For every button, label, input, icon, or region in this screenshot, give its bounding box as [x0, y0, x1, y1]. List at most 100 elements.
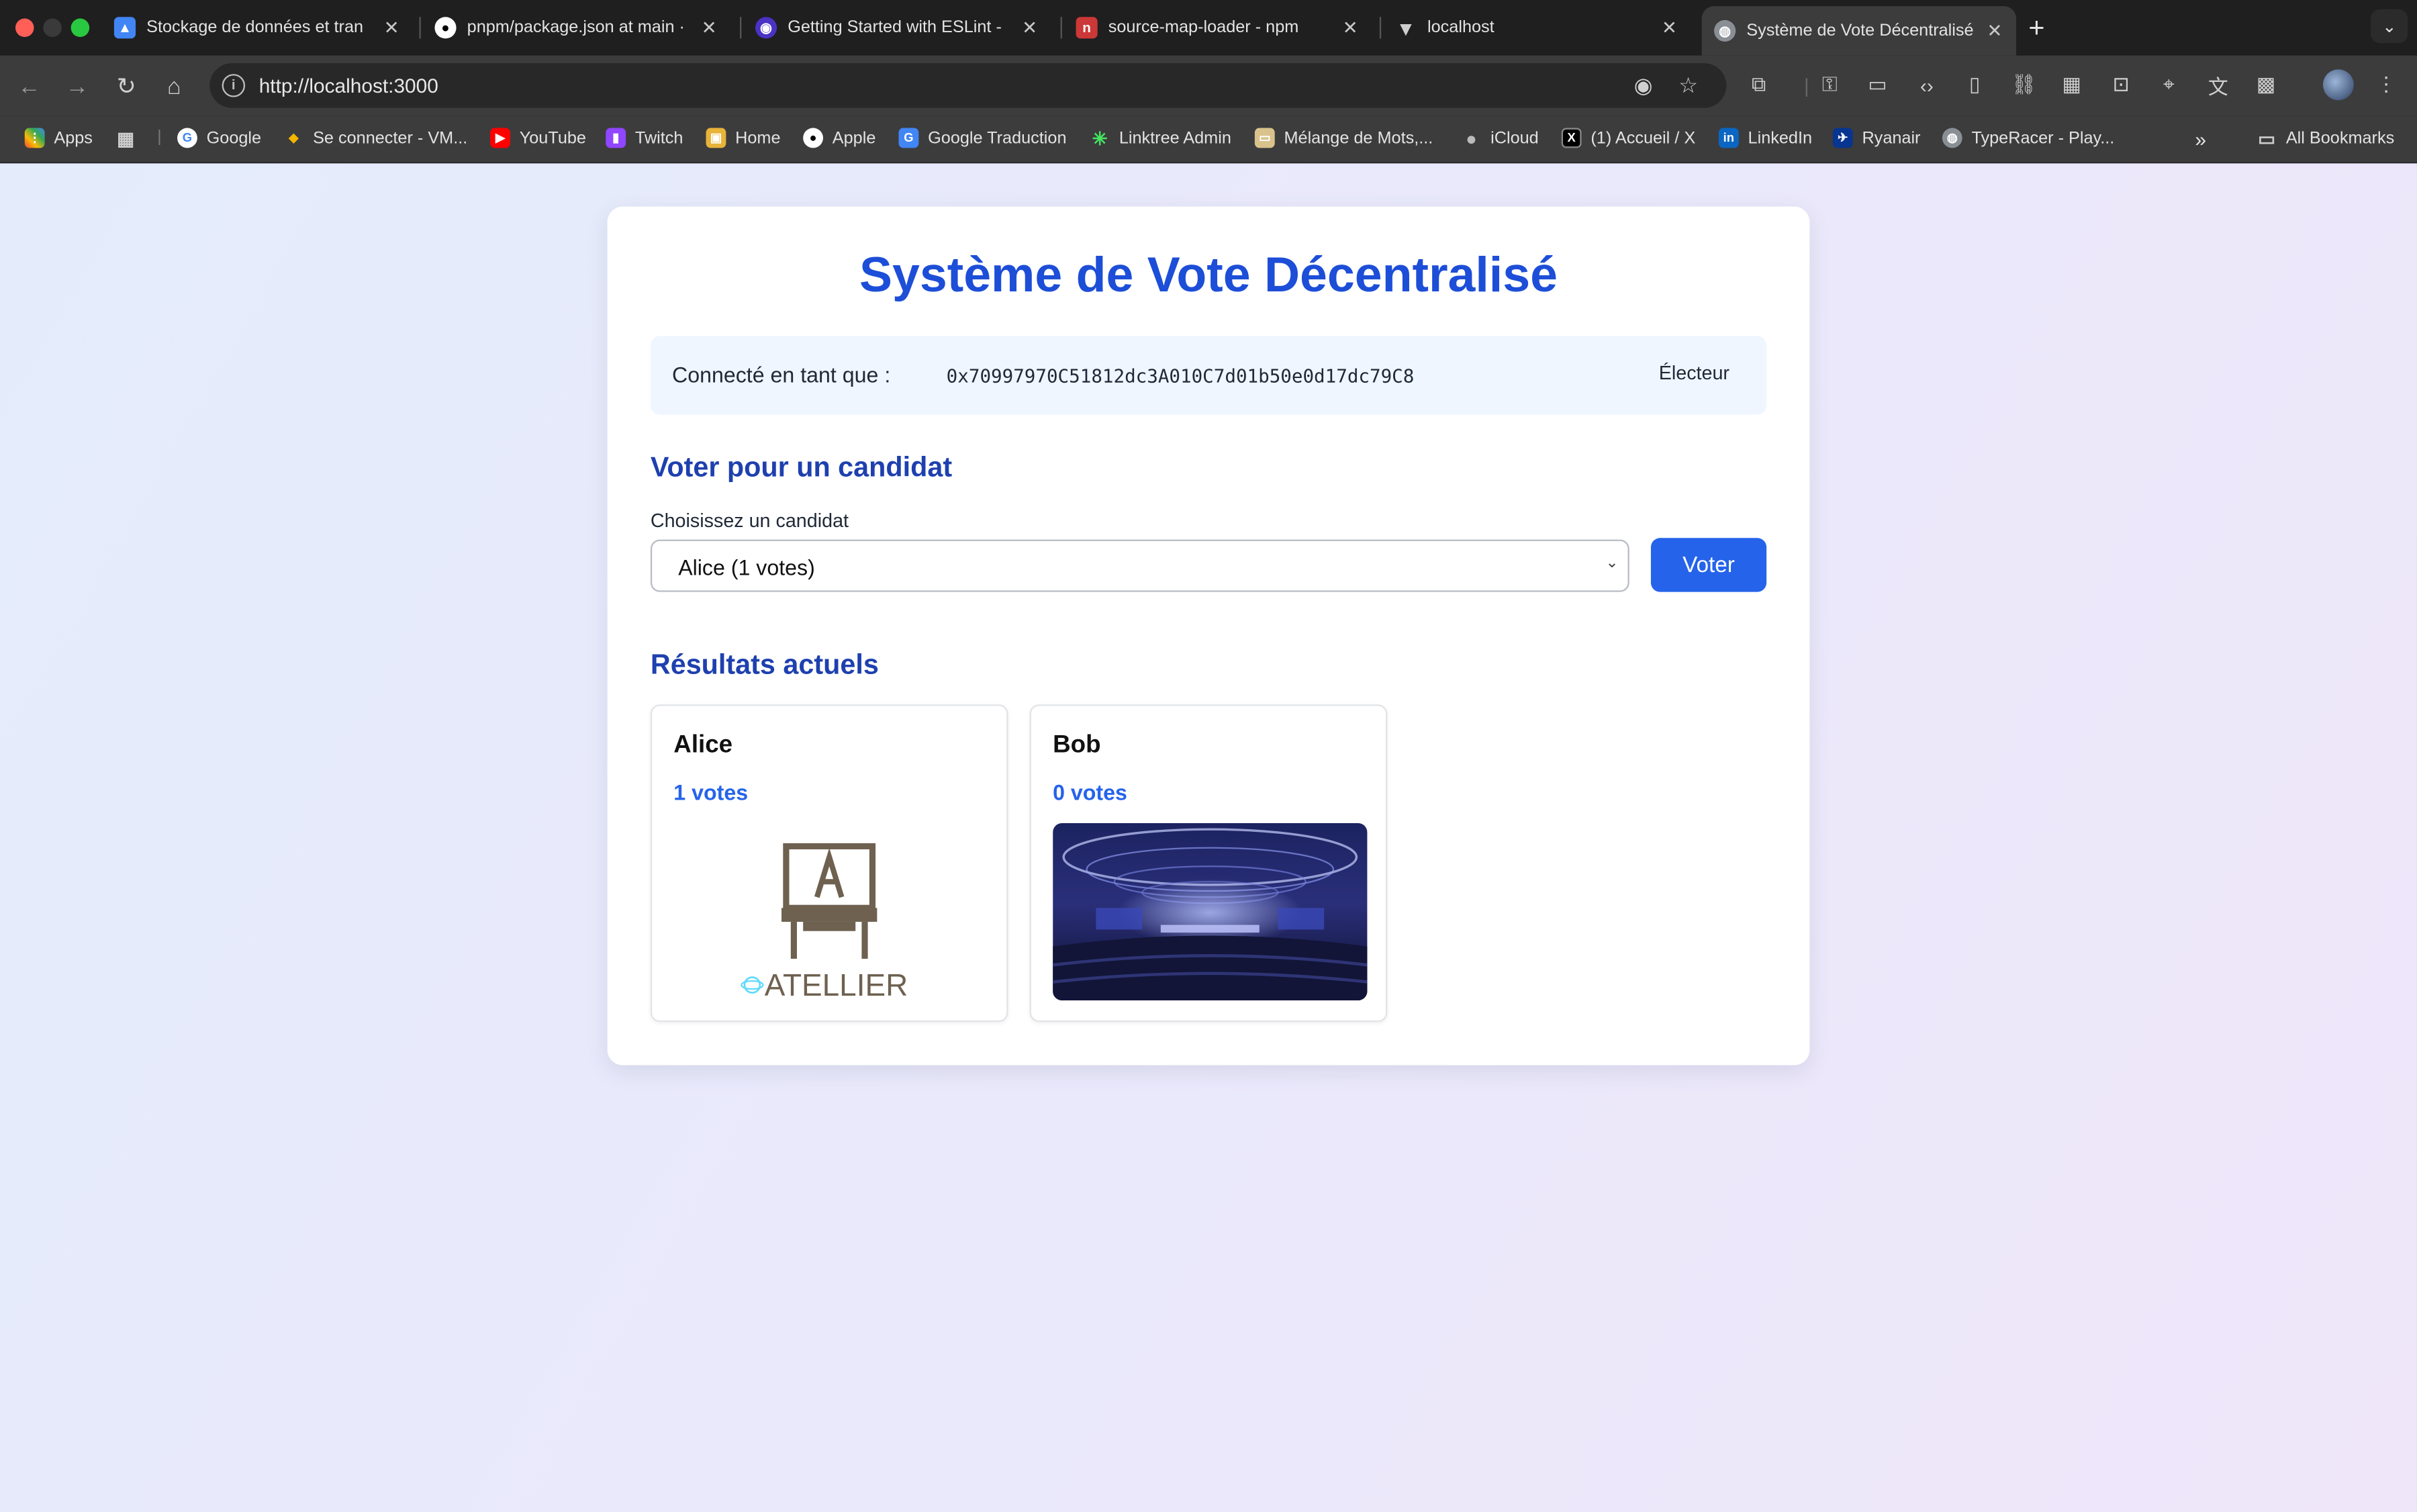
browser-tab-active[interactable]: ◍ Système de Vote Décentralisé ✕ — [1701, 6, 2017, 56]
conference-stage-photo — [1053, 823, 1368, 1001]
linktree-icon: ✳ — [1092, 127, 1108, 149]
candidate-votes: 0 votes — [1053, 779, 1127, 805]
vote-button[interactable]: Voter — [1650, 538, 1767, 592]
tab-groups-icon: ▦ — [117, 127, 135, 149]
table-icon[interactable]: ▦ — [2058, 71, 2085, 99]
close-tab-icon[interactable]: ✕ — [1017, 17, 1042, 38]
all-bookmarks-button[interactable]: ▭ All Bookmarks — [2257, 127, 2394, 148]
bookmark-ryanair[interactable]: ✈ Ryanair — [1832, 128, 1920, 148]
browser-tab[interactable]: ▲ Stockage de données et tran ✕ — [102, 6, 414, 49]
candidate-card-bob: Bob 0 votes — [1029, 704, 1388, 1023]
atellier-logo: ATELLIER — [673, 823, 988, 1001]
candidate-select-label: Choisissez un candidat — [650, 510, 849, 532]
devices-icon[interactable]: ▯ — [1960, 71, 1988, 99]
tab-strip: ▲ Stockage de données et tran ✕ ● pnpm/p… — [0, 0, 2417, 56]
close-tab-icon[interactable]: ✕ — [1983, 20, 2007, 42]
extensions-icon[interactable]: ⧉ — [1745, 71, 1772, 99]
bookmarks-bar: ⋮ Apps ▦ | G Google ◆ Se connecter - VM.… — [0, 115, 2417, 164]
candidate-card-alice: Alice 1 votes ATELLIER — [650, 704, 1008, 1023]
tab-search-button[interactable]: ⌄ — [2371, 9, 2408, 44]
bookmark-linktree[interactable]: ✳ Linktree Admin — [1090, 127, 1231, 149]
apps-grid-icon: ⋮ — [24, 128, 45, 148]
bookmark-icloud[interactable]: ● iCloud — [1462, 127, 1539, 149]
bookmark-divider: | — [157, 128, 162, 147]
candidate-select[interactable]: Alice (1 votes) ⌄ — [650, 539, 1629, 592]
bookmark-x[interactable]: X (1) Accueil / X — [1561, 128, 1695, 148]
browser-toolbar: ← → ↻ ⌂ i http://localhost:3000 ◉ ☆ ⧉ | … — [0, 55, 2417, 116]
url-text[interactable]: http://localhost:3000 — [259, 74, 438, 97]
browser-tab[interactable]: ◉ Getting Started with ESLint - ✕ — [743, 6, 1051, 49]
menu-kebab-icon[interactable]: ⋮ — [2372, 71, 2400, 99]
qr-code-icon[interactable]: ▩ — [2252, 71, 2279, 99]
bookmark-google[interactable]: G Google — [177, 128, 261, 148]
screenshot-icon[interactable]: ⊡ — [2107, 71, 2134, 99]
atellier-easel-icon: ATELLIER — [673, 823, 988, 1001]
page-title: Système de Vote Décentralisé — [859, 246, 1558, 302]
google-classroom-icon: ▲ — [113, 17, 136, 39]
close-tab-icon[interactable]: ✕ — [1338, 17, 1363, 38]
reload-icon[interactable]: ↻ — [109, 69, 144, 103]
close-tab-icon[interactable]: ✕ — [379, 17, 404, 38]
account-address: 0x70997970C51812dc3A010C7d01b50e0d17dc79… — [946, 365, 1415, 387]
home-icon[interactable]: ⌂ — [157, 69, 191, 103]
ryanair-icon: ✈ — [1832, 128, 1853, 148]
more-bookmarks-chevron-icon[interactable]: » — [2195, 128, 2206, 151]
link-icon[interactable]: ⛓ — [2010, 71, 2038, 99]
bookmark-apps[interactable]: ⋮ Apps — [24, 128, 93, 148]
account-label: Connecté en tant que : — [672, 362, 891, 387]
chevron-down-icon: ⌄ — [1605, 555, 1619, 572]
back-arrow-icon[interactable]: ← — [12, 69, 46, 103]
word-game-icon: ▭ — [1254, 128, 1275, 148]
apple-icon: ● — [1466, 127, 1477, 149]
globe-icon: ◍ — [1714, 19, 1736, 42]
site-info-icon[interactable]: i — [222, 74, 246, 97]
new-tab-button[interactable]: + — [2028, 12, 2044, 44]
linkedin-icon: in — [1718, 128, 1739, 148]
bookmark-linkedin[interactable]: in LinkedIn — [1718, 128, 1812, 148]
x-icon: X — [1561, 128, 1582, 148]
eye-icon[interactable]: ◉ — [1634, 73, 1653, 99]
close-tab-icon[interactable]: ✕ — [1657, 17, 1682, 38]
bookmark-melange-de-mots[interactable]: ▭ Mélange de Mots,... — [1254, 128, 1433, 148]
bookmark-tab-groups[interactable]: ▦ — [115, 127, 145, 149]
bookmark-star-icon[interactable]: ☆ — [1678, 73, 1698, 99]
vote-section-heading: Voter pour un candidat — [650, 451, 953, 483]
github-icon: ● — [434, 17, 457, 39]
payment-card-icon[interactable]: ▭ — [1864, 71, 1891, 99]
translate-icon[interactable]: 文 — [2204, 71, 2232, 99]
account-panel: Connecté en tant que : 0x70997970C51812d… — [650, 336, 1767, 415]
vmware-icon: ◆ — [289, 131, 299, 145]
profile-avatar[interactable] — [2322, 69, 2354, 101]
bookmark-twitch[interactable]: ▮ Twitch — [606, 128, 683, 148]
maximize-window-button[interactable] — [70, 18, 90, 38]
close-window-button[interactable] — [15, 18, 34, 38]
candidate-name: Bob — [1053, 732, 1101, 759]
bookmark-google-translate[interactable]: G Google Traduction — [898, 128, 1067, 148]
vite-icon: ▼ — [1396, 16, 1416, 40]
code-icon[interactable]: ‹› — [1913, 71, 1940, 99]
minimize-window-button[interactable] — [43, 18, 62, 38]
voting-card: Système de Vote Décentralisé Connecté en… — [607, 206, 1810, 1066]
location-pin-icon[interactable]: ⌖ — [2155, 71, 2183, 99]
candidate-name: Alice — [673, 732, 733, 759]
role-badge: Électeur — [1658, 362, 1729, 384]
bookmark-home[interactable]: ▣ Home — [706, 128, 781, 148]
browser-tab[interactable]: ▼ localhost ✕ — [1382, 6, 1691, 49]
address-bar[interactable]: i http://localhost:3000 ◉ ☆ — [209, 63, 1727, 108]
close-tab-icon[interactable]: ✕ — [697, 17, 722, 38]
browser-tab[interactable]: ● pnpm/package.json at main · ✕ — [422, 6, 730, 49]
eslint-icon: ◉ — [755, 17, 777, 39]
google-translate-icon: G — [898, 128, 919, 148]
bookmark-vmware[interactable]: ◆ Se connecter - VM... — [283, 128, 467, 148]
results-section-heading: Résultats actuels — [650, 649, 879, 680]
bookmark-typeracer[interactable]: ◍ TypeRacer - Play... — [1942, 128, 2114, 148]
bookmark-youtube[interactable]: ▶ YouTube — [490, 128, 586, 148]
browser-tab[interactable]: n source-map-loader - npm ✕ — [1063, 6, 1372, 49]
bookmark-apple[interactable]: ● Apple — [803, 128, 875, 148]
page-viewport: Système de Vote Décentralisé Connecté en… — [0, 163, 2417, 1512]
password-key-icon[interactable]: ⚿ — [1816, 71, 1844, 99]
forward-arrow-icon[interactable]: → — [60, 69, 95, 103]
google-icon: G — [177, 128, 197, 148]
candidate-votes: 1 votes — [673, 779, 749, 805]
twitch-icon: ▮ — [606, 128, 626, 148]
